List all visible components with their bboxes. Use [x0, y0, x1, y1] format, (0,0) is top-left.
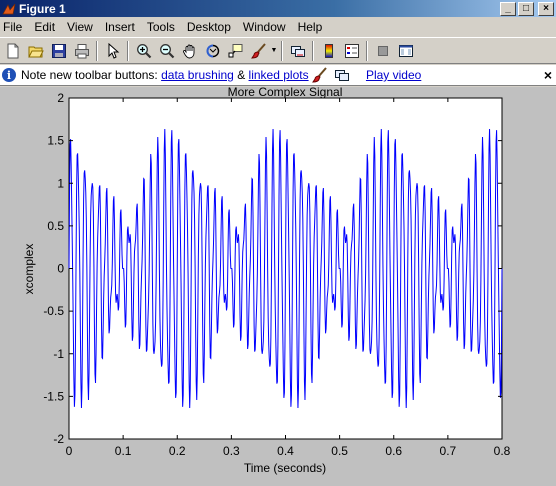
matlab-figure-icon	[2, 2, 16, 16]
pan-button[interactable]	[178, 40, 201, 62]
y-tick-label: 0.5	[47, 219, 64, 233]
menu-insert[interactable]: Insert	[99, 17, 141, 37]
new-figure-button[interactable]	[1, 40, 24, 62]
open-file-button[interactable]	[24, 40, 47, 62]
plot-title: More Complex Signal	[228, 87, 343, 99]
zoom-in-icon	[136, 43, 151, 58]
y-tick-label: 2	[57, 91, 64, 105]
y-tick-label: 1.5	[47, 134, 64, 148]
minimize-button[interactable]: _	[500, 1, 516, 16]
show-plot-tools-icon	[398, 44, 413, 57]
toolbar-separator	[96, 40, 98, 61]
close-infobar-button[interactable]: ×	[544, 67, 552, 83]
zoom-in-button[interactable]	[132, 40, 155, 62]
maximize-button[interactable]: □	[518, 1, 534, 16]
y-tick-label: -0.5	[43, 304, 64, 318]
hide-plot-tools-button[interactable]	[371, 40, 394, 62]
y-axis-label: xcomplex	[22, 244, 36, 295]
toolbar-separator	[366, 40, 368, 61]
data-cursor-icon	[228, 43, 242, 57]
show-plot-tools-button[interactable]	[394, 40, 417, 62]
toolbar-separator	[312, 40, 314, 61]
x-tick-label: 0	[66, 444, 73, 458]
link-plot-button[interactable]	[286, 40, 309, 62]
brush-button[interactable]	[247, 40, 270, 62]
hide-plot-tools-icon	[377, 45, 388, 56]
data-cursor-button[interactable]	[224, 40, 247, 62]
y-tick-label: -2	[53, 432, 64, 446]
menu-tools[interactable]: Tools	[141, 17, 181, 37]
edit-plot-arrow-icon	[108, 42, 119, 59]
toolbar-separator	[281, 40, 283, 61]
x-tick-label: 0.6	[385, 444, 402, 458]
toolbar-separator	[127, 40, 129, 61]
menu-help[interactable]: Help	[292, 17, 329, 37]
zoom-out-button[interactable]	[155, 40, 178, 62]
window-title: Figure 1	[19, 1, 66, 16]
y-tick-label: 1	[57, 176, 64, 190]
link-plot-icon	[290, 45, 305, 57]
x-tick-label: 0.4	[277, 444, 294, 458]
brush-dropdown-button[interactable]: ▼	[270, 40, 278, 62]
rotate-3d-button[interactable]	[201, 40, 224, 62]
link-plot-icon	[333, 67, 351, 83]
print-icon	[74, 43, 89, 58]
edit-plot-button[interactable]	[101, 40, 124, 62]
info-text: Note new toolbar buttons:	[21, 68, 158, 82]
x-tick-label: 0.5	[331, 444, 348, 458]
new-figure-icon	[7, 43, 18, 58]
legend-button[interactable]	[340, 40, 363, 62]
colorbar-icon	[324, 43, 333, 58]
x-tick-label: 0.7	[440, 444, 457, 458]
x-tick-label: 0.3	[223, 444, 240, 458]
y-tick-label: -1	[53, 347, 64, 361]
menubar: File Edit View Insert Tools Desktop Wind…	[0, 17, 556, 37]
menu-file[interactable]: File	[1, 17, 28, 37]
legend-icon	[344, 43, 359, 58]
figure-canvas[interactable]: More Complex Signal 0 0.1 0.2 0.3 0.4 0.5 0.6 0…	[0, 87, 556, 486]
data-brushing-link[interactable]: data brushing	[161, 68, 234, 82]
window-titlebar[interactable]: Figure 1 _ □ ×	[0, 0, 556, 17]
save-button[interactable]	[47, 40, 70, 62]
pan-hand-icon	[182, 44, 194, 58]
x-tick-label: 0.1	[115, 444, 132, 458]
menu-window[interactable]: Window	[237, 17, 292, 37]
open-file-icon	[27, 46, 44, 57]
play-video-link[interactable]: Play video	[366, 68, 421, 82]
x-axis-label: Time (seconds)	[244, 461, 326, 475]
close-button[interactable]: ×	[538, 1, 554, 16]
signal-plot[interactable]: More Complex Signal 0 0.1 0.2 0.3 0.4 0.5 0.6 0…	[0, 87, 556, 486]
x-tick-label: 0.2	[169, 444, 186, 458]
info-notification-bar: i Note new toolbar buttons: data brushin…	[0, 65, 556, 86]
linked-plots-link[interactable]: linked plots	[249, 68, 309, 82]
menu-edit[interactable]: Edit	[28, 17, 61, 37]
colorbar-button[interactable]	[317, 40, 340, 62]
rotate-3d-icon	[206, 44, 219, 57]
menu-view[interactable]: View	[61, 17, 99, 37]
x-tick-label: 0.8	[494, 444, 511, 458]
zoom-out-icon	[159, 43, 174, 58]
menu-desktop[interactable]: Desktop	[181, 17, 237, 37]
brush-icon	[250, 42, 266, 59]
y-tick-label: 0	[57, 262, 64, 276]
print-button[interactable]	[70, 40, 93, 62]
y-tick-label: -1.5	[43, 389, 64, 403]
brush-icon	[311, 67, 329, 83]
figure-toolbar: ▼	[0, 37, 556, 64]
info-ampersand: &	[237, 68, 246, 82]
info-icon: i	[2, 68, 16, 82]
save-icon	[51, 43, 66, 58]
